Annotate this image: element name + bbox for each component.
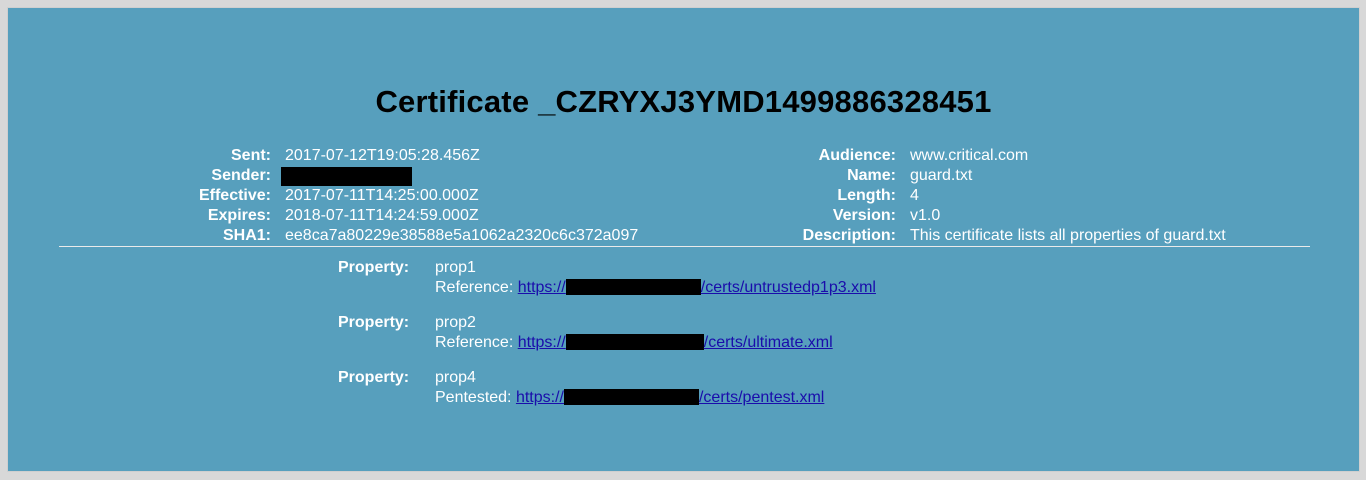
link-prefix: https://	[517, 279, 566, 296]
reference-label: Pentested:	[435, 389, 512, 406]
description-value: This certificate lists all properties of…	[910, 227, 1226, 244]
meta-row-description: Description: This certificate lists all …	[8, 226, 1361, 246]
link-prefix: https://	[515, 389, 564, 406]
length-value: 4	[910, 187, 919, 204]
link-prefix: https://	[517, 334, 566, 351]
meta-row-version: Version: v1.0	[8, 206, 1361, 226]
reference-link[interactable]: https:// /certs/ultimate.xml	[518, 334, 833, 351]
meta-row-length: Length: 4	[8, 186, 1361, 206]
link-suffix: /certs/untrustedp1p3.xml	[700, 279, 876, 296]
page-title: Certificate _CZRYXJ3YMD1499886328451	[375, 84, 992, 119]
audience-label: Audience:	[818, 147, 896, 164]
property-name: prop4	[435, 369, 476, 386]
name-label: Name:	[847, 167, 896, 184]
name-value: guard.txt	[910, 167, 973, 184]
property-label: Property:	[338, 314, 410, 331]
certificate-meta-right: Audience: www.critical.com Name: guard.t…	[8, 146, 1361, 246]
meta-row-audience: Audience: www.critical.com	[8, 146, 1361, 166]
property-name: prop1	[435, 259, 476, 276]
property-reference: Pentested: https:// /certs/pentest.xml	[435, 388, 824, 408]
link-suffix: /certs/ultimate.xml	[703, 334, 833, 351]
divider	[59, 246, 1310, 247]
reference-label: Reference:	[435, 279, 514, 296]
property-label: Property:	[338, 259, 410, 276]
link-redaction	[565, 279, 701, 295]
audience-value: www.critical.com	[910, 147, 1029, 164]
version-value: v1.0	[910, 207, 941, 224]
description-label: Description:	[802, 227, 896, 244]
meta-row-name: Name: guard.txt	[8, 166, 1361, 186]
link-suffix: /certs/pentest.xml	[698, 389, 825, 406]
property-reference: Reference: https:// /certs/ultimate.xml	[435, 333, 833, 353]
version-label: Version:	[832, 207, 896, 224]
reference-link[interactable]: https:// /certs/pentest.xml	[516, 389, 824, 406]
property-label: Property:	[338, 369, 410, 386]
length-label: Length:	[837, 187, 896, 204]
property-name: prop2	[435, 314, 476, 331]
reference-label: Reference:	[435, 334, 514, 351]
reference-link[interactable]: https:// /certs/untrustedp1p3.xml	[518, 279, 876, 296]
link-redaction	[565, 334, 704, 350]
link-redaction	[563, 389, 699, 405]
certificate-panel: Certificate _CZRYXJ3YMD1499886328451 Sen…	[7, 7, 1360, 472]
property-reference: Reference: https:// /certs/untrustedp1p3.…	[435, 278, 876, 298]
